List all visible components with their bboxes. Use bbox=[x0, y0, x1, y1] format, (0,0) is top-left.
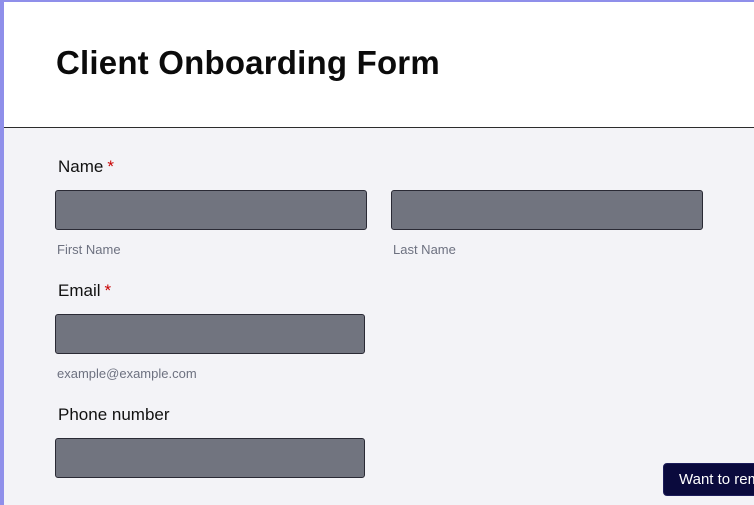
email-input[interactable] bbox=[55, 314, 365, 354]
email-field-label: Email * bbox=[58, 281, 111, 301]
form-header: Client Onboarding Form bbox=[4, 2, 754, 128]
first-name-sublabel: First Name bbox=[57, 242, 121, 257]
first-name-input[interactable] bbox=[55, 190, 367, 230]
name-label-text: Name bbox=[58, 157, 104, 176]
form-title: Client Onboarding Form bbox=[56, 44, 440, 81]
email-sublabel: example@example.com bbox=[57, 366, 197, 381]
floating-prompt-button[interactable]: Want to rem bbox=[663, 463, 754, 496]
phone-field-label: Phone number bbox=[58, 405, 170, 425]
name-field-label: Name * bbox=[58, 157, 114, 177]
email-required-mark: * bbox=[104, 281, 112, 300]
name-required-mark: * bbox=[107, 157, 114, 176]
last-name-input[interactable] bbox=[391, 190, 703, 230]
email-label-text: Email bbox=[58, 281, 101, 300]
last-name-sublabel: Last Name bbox=[393, 242, 456, 257]
phone-label-text: Phone number bbox=[58, 405, 170, 424]
form-page: Client Onboarding Form Name * First Name … bbox=[0, 0, 754, 505]
phone-input[interactable] bbox=[55, 438, 365, 478]
